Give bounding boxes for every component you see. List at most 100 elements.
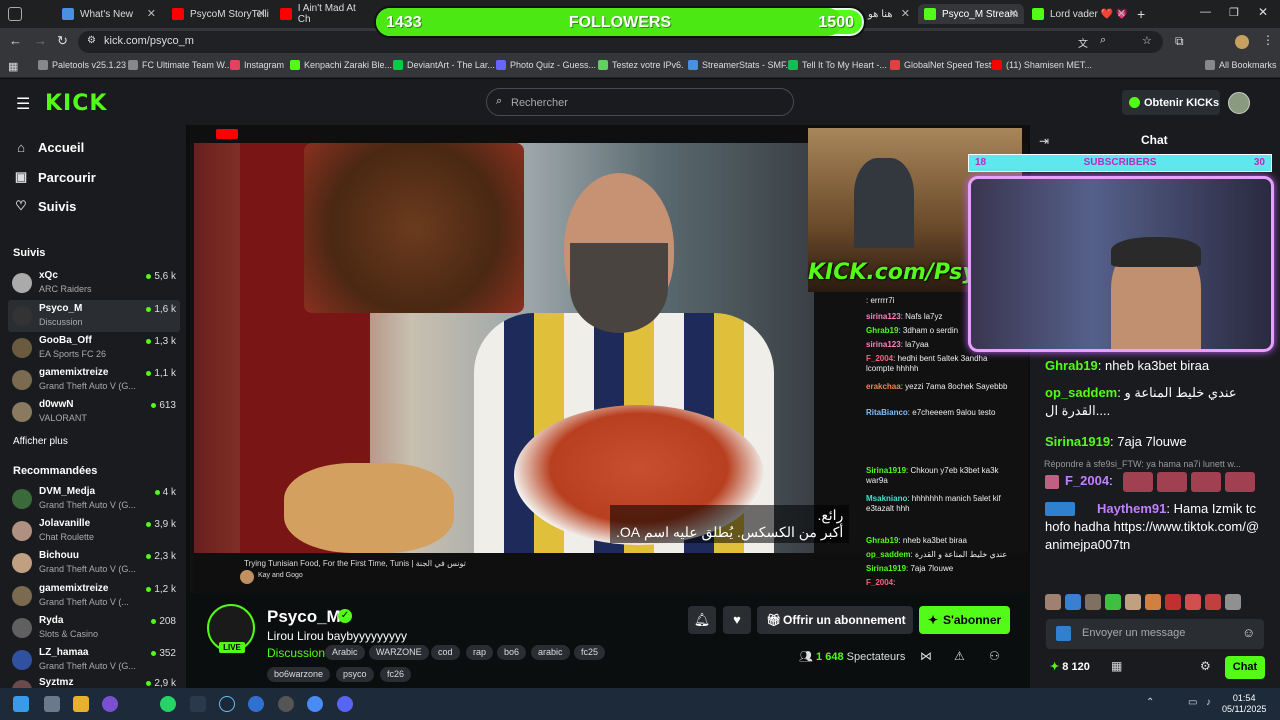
wifi-icon[interactable]: ▭ <box>1188 697 1197 708</box>
stream-tag[interactable]: bo6 <box>497 645 527 660</box>
emote[interactable] <box>1165 594 1181 610</box>
bookmark-item[interactable]: (11) Shamisen MET... <box>992 60 1092 70</box>
bookmark-star-icon[interactable]: ☆ <box>1142 34 1152 47</box>
subscribe-button[interactable]: ✦ S'abonner <box>919 606 1010 634</box>
bookmark-item[interactable]: Paletools v25.1.23 <box>38 60 126 70</box>
tab-search-icon[interactable] <box>8 7 22 21</box>
share-icon[interactable]: ⋈ <box>920 649 932 663</box>
emote[interactable] <box>1085 594 1101 610</box>
chat-input[interactable]: Envoyer un message ☺ <box>1046 619 1264 649</box>
site-info-icon[interactable]: ⚙ <box>87 35 96 46</box>
apps-grid-icon[interactable]: ▦ <box>8 60 18 73</box>
hamburger-menu-icon[interactable]: ☰ <box>16 94 30 114</box>
emote[interactable] <box>1225 594 1241 610</box>
file-explorer-icon[interactable] <box>73 696 89 712</box>
task-view-icon[interactable] <box>44 696 60 712</box>
nav-home[interactable]: ⌂ Accueil <box>14 140 84 155</box>
streamer-name[interactable]: Psyco_M <box>267 607 341 627</box>
bookmark-item[interactable]: Kenpachi Zaraki Ble... <box>290 60 392 70</box>
nav-following[interactable]: ♡ Suivis <box>14 198 76 214</box>
kick-points[interactable]: ✦ 8 120 <box>1050 660 1090 673</box>
tray-chevron-icon[interactable]: ⌃ <box>1146 697 1154 708</box>
emote[interactable] <box>1105 594 1121 610</box>
close-icon[interactable]: ✕ <box>1117 7 1126 20</box>
extensions-icon[interactable]: ⧉ <box>1175 34 1184 49</box>
emote[interactable] <box>1125 594 1141 610</box>
followed-channel-selected[interactable]: Psyco_M Discussion 1,6 k <box>8 300 180 332</box>
browser-tab[interactable]: Lord vader ❤️ 💗 ✕ <box>1026 4 1132 24</box>
emote[interactable] <box>1045 594 1061 610</box>
forward-icon[interactable]: → <box>34 33 47 48</box>
stream-tag[interactable]: WARZONE <box>369 645 429 660</box>
show-more-link[interactable]: Afficher plus <box>13 436 68 447</box>
recommended-channel[interactable]: LZ_hamaa Grand Theft Auto V (G... 352 <box>8 644 180 676</box>
stream-tag[interactable]: arabic <box>531 645 570 660</box>
bookmark-item[interactable]: Tell It To My Heart -... <box>788 60 887 70</box>
bookmark-item[interactable]: StreamerStats - SMF... <box>688 60 793 70</box>
close-icon[interactable]: ✕ <box>1009 7 1018 20</box>
get-kicks-button[interactable]: Obtenir KICKs <box>1122 90 1220 115</box>
bookmark-item[interactable]: GlobalNet Speed Test <box>890 60 991 70</box>
gift-icon[interactable]: ▦ <box>1111 659 1122 673</box>
chrome-icon[interactable] <box>307 696 323 712</box>
whatsapp-icon[interactable] <box>160 696 176 712</box>
browser-tab-active[interactable]: Psyco_M Stream ✕ <box>918 4 1024 24</box>
nav-browse[interactable]: ▣ Parcourir <box>14 169 96 185</box>
bookmark-item[interactable]: FC Ultimate Team W... <box>128 60 232 70</box>
send-chat-button[interactable]: Chat <box>1225 656 1265 679</box>
profile-avatar[interactable] <box>1235 35 1249 49</box>
browser-tab[interactable]: I Ain't Mad At Ch <box>274 3 370 25</box>
followed-channel[interactable]: d0wwN VALORANT 613 <box>8 396 180 428</box>
recommended-channel[interactable]: Syztmz 2,9 k <box>8 674 180 688</box>
close-icon[interactable]: ✕ <box>901 7 910 20</box>
follow-heart-button[interactable]: ♥ <box>723 606 751 634</box>
browser-tab[interactable]: PsycoM StoryTelli ✕ <box>166 4 272 24</box>
stream-tag[interactable]: rap <box>466 645 494 660</box>
browser-tab[interactable]: What's New ✕ <box>56 4 162 24</box>
discord-icon[interactable] <box>337 696 353 712</box>
menu-dots-icon[interactable]: ⋮ <box>1262 33 1274 47</box>
stream-tag[interactable]: fc25 <box>574 645 606 660</box>
minimize-button[interactable]: — <box>1200 6 1211 18</box>
recommended-channel[interactable]: gamemixtreize Grand Theft Auto V (... 1,2 … <box>8 580 180 612</box>
zoom-icon[interactable]: ⌕ <box>1100 34 1106 47</box>
emote[interactable] <box>1065 594 1081 610</box>
emote[interactable] <box>1205 594 1221 610</box>
recommended-channel[interactable]: Ryda Slots & Casino 208 <box>8 612 180 644</box>
stream-tag[interactable]: fc26 <box>380 667 412 682</box>
followed-channel[interactable]: GooBa_Off EA Sports FC 26 1,3 k <box>8 332 180 364</box>
collapse-chat-icon[interactable]: ⇥ <box>1039 134 1049 148</box>
back-icon[interactable]: ← <box>9 33 22 48</box>
add-user-icon[interactable]: ⚇ <box>989 649 1000 663</box>
followed-channel[interactable]: gamemixtreize Grand Theft Auto V (G... 1,1… <box>8 364 180 396</box>
translate-icon[interactable]: 文 <box>1078 35 1088 50</box>
emote[interactable] <box>1145 594 1161 610</box>
windows-start-icon[interactable] <box>13 696 29 712</box>
report-icon[interactable]: ⚠ <box>954 649 965 663</box>
close-icon[interactable]: ✕ <box>257 7 266 20</box>
stream-category[interactable]: Discussion <box>267 646 325 660</box>
app-icon[interactable] <box>248 696 264 712</box>
stream-tag[interactable]: psyco <box>336 667 374 682</box>
all-bookmarks[interactable]: All Bookmarks <box>1205 60 1277 70</box>
maximize-button[interactable]: ❐ <box>1229 6 1239 19</box>
bookmark-item[interactable]: Photo Quiz - Guess... <box>496 60 596 70</box>
search-input[interactable]: ⌕ Rechercher <box>486 88 794 116</box>
recommended-channel[interactable]: DVM_Medja Grand Theft Auto V (G... 4 k <box>8 483 180 515</box>
gift-subscription-button[interactable]: 🎁︎ Offrir un abonnement <box>757 606 913 634</box>
emote[interactable] <box>1185 594 1201 610</box>
emoji-icon[interactable]: ☺ <box>1242 625 1255 640</box>
stream-tag[interactable]: bo6warzone <box>267 667 331 682</box>
volume-icon[interactable]: ♪ <box>1206 697 1211 708</box>
settings-icon[interactable]: ⚙ <box>1200 659 1211 673</box>
app-icon[interactable] <box>190 696 206 712</box>
browser-tab[interactable]: هنا هو ✕ <box>862 4 916 24</box>
followed-channel[interactable]: xQc ARC Raiders 5,6 k <box>8 267 180 299</box>
app-icon[interactable] <box>102 696 118 712</box>
notification-bell-button[interactable]: 🔔︎ <box>688 606 716 634</box>
user-avatar[interactable] <box>1228 92 1250 114</box>
bookmark-item[interactable]: DeviantArt - The Lar... <box>393 60 495 70</box>
recommended-channel[interactable]: Jolavanille Chat Roulette 3,9 k <box>8 515 180 547</box>
close-icon[interactable]: ✕ <box>147 7 156 20</box>
steam-icon[interactable] <box>219 696 235 712</box>
